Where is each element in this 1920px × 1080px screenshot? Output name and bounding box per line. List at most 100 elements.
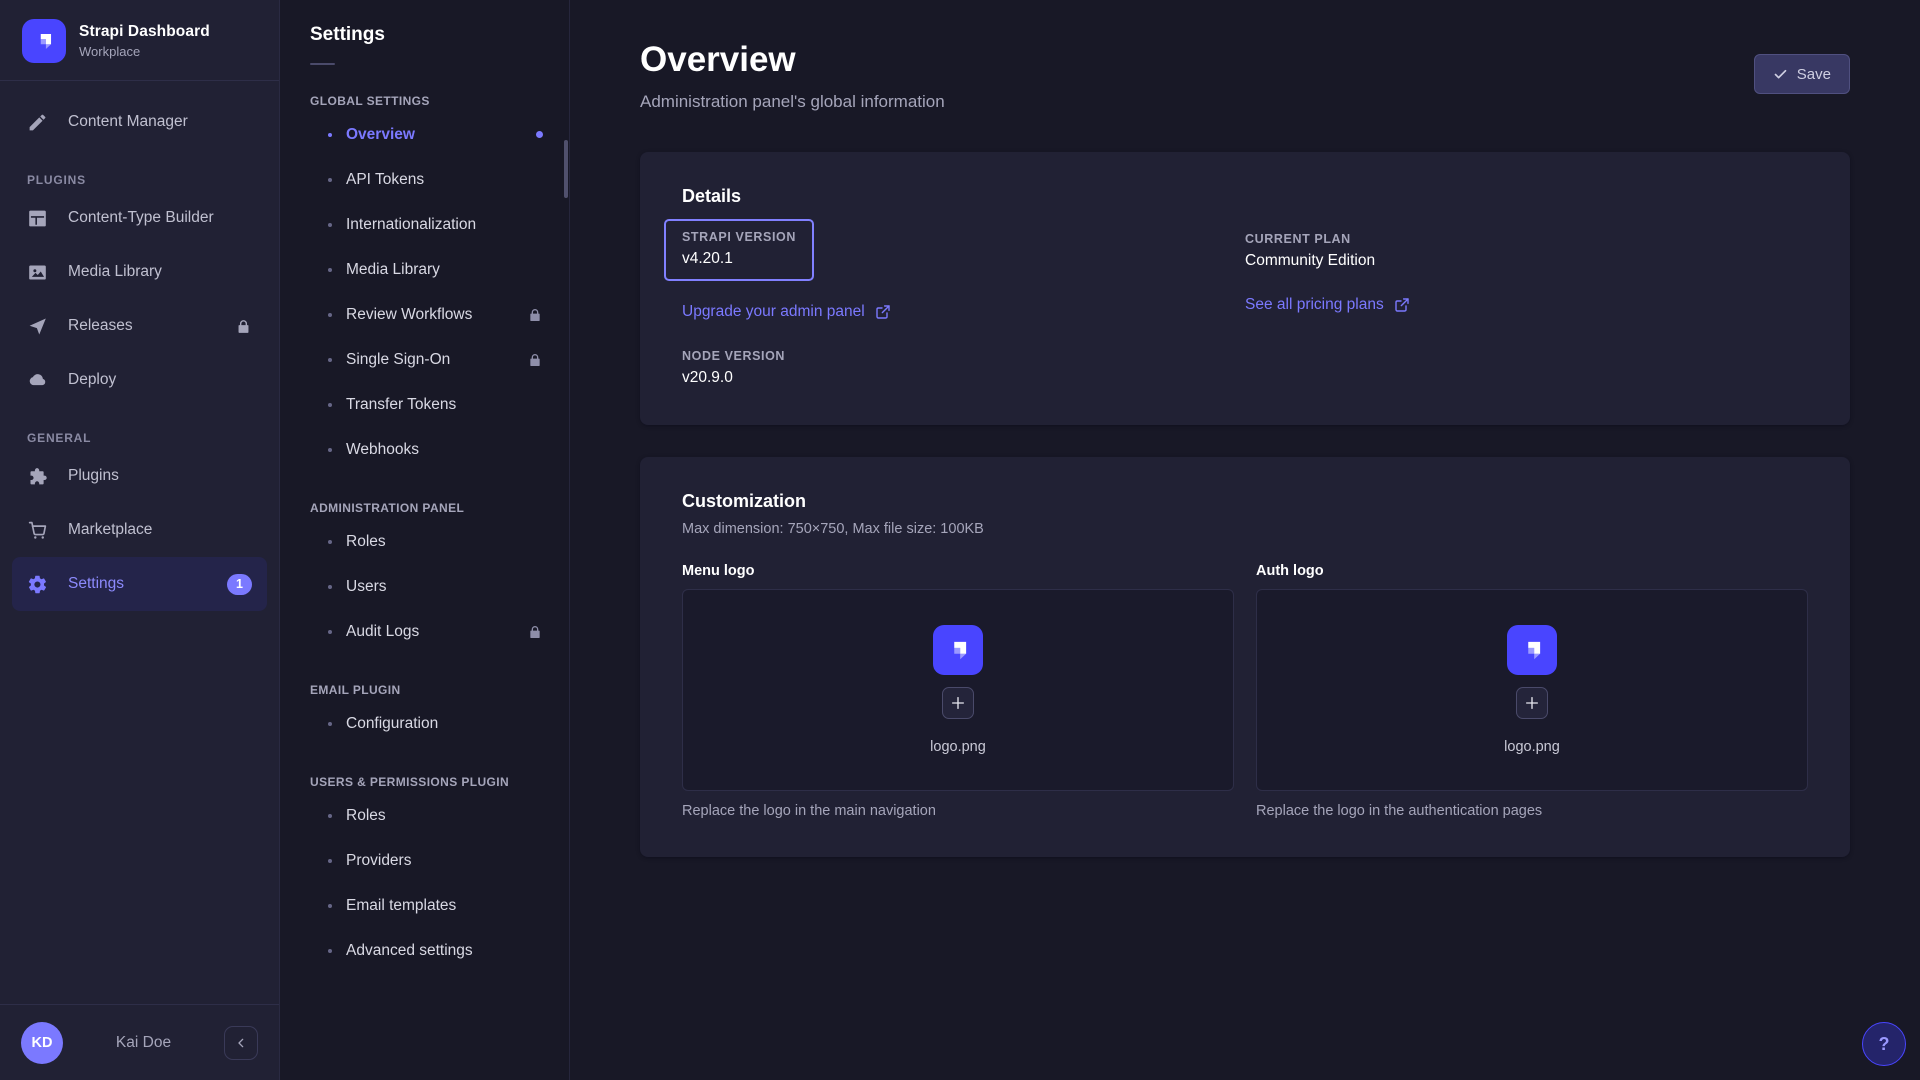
bullet-icon <box>328 949 332 953</box>
auth-logo-label: Auth logo <box>1256 563 1808 579</box>
sidebar-item-releases[interactable]: Releases <box>12 299 267 353</box>
subnav-item-providers[interactable]: Providers <box>280 838 569 883</box>
sidebar-item-plugins[interactable]: Plugins <box>12 449 267 503</box>
subnav-item-label: Review Workflows <box>346 306 472 324</box>
help-button[interactable]: ? <box>1862 1022 1906 1066</box>
subnav-item-configuration[interactable]: Configuration <box>280 701 569 746</box>
bullet-icon <box>328 223 332 227</box>
subnav-item-transfer-tokens[interactable]: Transfer Tokens <box>280 382 569 427</box>
subnav-scrollbar-thumb[interactable] <box>564 140 568 198</box>
strapi-admin-app: Strapi Dashboard Workplace Content Manag… <box>0 0 1920 1080</box>
sidebar-item-marketplace[interactable]: Marketplace <box>12 503 267 557</box>
subnav-item-overview[interactable]: Overview <box>280 112 569 157</box>
external-link-icon <box>1394 297 1410 313</box>
pen-icon <box>27 112 48 133</box>
settings-subnav: Settings GLOBAL SETTINGS Overview API To… <box>280 0 570 1080</box>
subnav-item-single-sign-on[interactable]: Single Sign-On <box>280 337 569 382</box>
chevron-left-icon <box>233 1035 249 1051</box>
auth-logo-caption: Replace the logo in the authentication p… <box>1256 803 1808 819</box>
current-plan-value: Community Edition <box>1245 252 1808 270</box>
subnav-group-administration-panel: Roles Users Audit Logs <box>280 519 569 654</box>
sidebar-item-content-manager[interactable]: Content Manager <box>12 95 267 149</box>
menu-logo-caption: Replace the logo in the main navigation <box>682 803 1234 819</box>
node-version-block: NODE VERSION v20.9.0 <box>682 349 1245 387</box>
bullet-icon <box>328 859 332 863</box>
sidebar-collapse-button[interactable] <box>224 1026 258 1060</box>
pricing-link-row: See all pricing plans <box>1245 296 1808 314</box>
subnav-item-label: Audit Logs <box>346 623 419 641</box>
subnav-group-email-plugin: Configuration <box>280 701 569 746</box>
subnav-item-roles-up[interactable]: Roles <box>280 793 569 838</box>
brand-title: Strapi Dashboard <box>79 23 210 41</box>
pricing-link-label: See all pricing plans <box>1245 296 1384 314</box>
subnav-header-global-settings: GLOBAL SETTINGS <box>280 94 569 108</box>
sidebar-section-header-general: GENERAL <box>12 431 267 445</box>
auth-logo-add-button[interactable] <box>1516 687 1548 719</box>
strapi-version-highlight-box: STRAPI VERSION v4.20.1 <box>664 219 814 281</box>
sidebar-item-label: Settings <box>68 575 124 593</box>
plus-icon <box>950 695 966 711</box>
menu-logo-add-button[interactable] <box>942 687 974 719</box>
menu-logo-label: Menu logo <box>682 563 1234 579</box>
subnav-item-api-tokens[interactable]: API Tokens <box>280 157 569 202</box>
subnav-item-review-workflows[interactable]: Review Workflows <box>280 292 569 337</box>
subnav-item-label: Webhooks <box>346 441 419 459</box>
subnav-item-internationalization[interactable]: Internationalization <box>280 202 569 247</box>
avatar[interactable]: KD <box>21 1022 63 1064</box>
cart-icon <box>27 520 48 541</box>
paper-plane-icon <box>27 316 48 337</box>
subnav-item-email-templates[interactable]: Email templates <box>280 883 569 928</box>
subnav-item-label: Single Sign-On <box>346 351 450 369</box>
see-pricing-plans-link[interactable]: See all pricing plans <box>1245 296 1410 314</box>
subnav-header-users-permissions-plugin: USERS & PERMISSIONS PLUGIN <box>280 775 569 789</box>
subnav-item-advanced-settings[interactable]: Advanced settings <box>280 928 569 973</box>
auth-logo-filename: logo.png <box>1504 739 1560 755</box>
active-dot-icon <box>536 131 543 138</box>
subnav-title-divider <box>310 63 335 65</box>
bullet-icon <box>328 585 332 589</box>
subnav-item-label: Media Library <box>346 261 440 279</box>
bullet-icon <box>328 814 332 818</box>
bullet-icon <box>328 358 332 362</box>
main-sidebar: Strapi Dashboard Workplace Content Manag… <box>0 0 280 1080</box>
bullet-icon <box>328 722 332 726</box>
bullet-icon <box>328 133 332 137</box>
strapi-logo-icon <box>1507 625 1557 675</box>
node-version-label: NODE VERSION <box>682 349 1245 363</box>
sidebar-item-deploy[interactable]: Deploy <box>12 353 267 407</box>
sidebar-item-label: Releases <box>68 317 133 335</box>
save-button[interactable]: Save <box>1754 54 1850 94</box>
bullet-icon <box>328 313 332 317</box>
sidebar-item-media-library[interactable]: Media Library <box>12 245 267 299</box>
page-subtitle: Administration panel's global informatio… <box>640 92 945 112</box>
subnav-group-users-permissions: Roles Providers Email templates Advanced… <box>280 793 569 973</box>
details-right-column: CURRENT PLAN Community Edition See all p… <box>1245 215 1808 387</box>
subnav-item-label: API Tokens <box>346 171 424 189</box>
lock-icon <box>527 624 543 640</box>
subnav-item-users[interactable]: Users <box>280 564 569 609</box>
settings-notification-badge: 1 <box>227 574 252 595</box>
strapi-mark <box>1517 635 1547 665</box>
lock-icon <box>527 307 543 323</box>
upgrade-admin-panel-link[interactable]: Upgrade your admin panel <box>682 303 891 321</box>
customization-heading: Customization <box>682 491 1808 512</box>
sidebar-item-label: Content Manager <box>68 113 188 131</box>
sidebar-item-content-type-builder[interactable]: Content-Type Builder <box>12 191 267 245</box>
sidebar-item-label: Plugins <box>68 467 119 485</box>
strapi-logo-icon <box>933 625 983 675</box>
workspace-brand[interactable]: Strapi Dashboard Workplace <box>0 0 279 80</box>
subnav-item-media-library[interactable]: Media Library <box>280 247 569 292</box>
sidebar-item-label: Marketplace <box>68 521 152 539</box>
main-content: Overview Administration panel's global i… <box>570 0 1920 1080</box>
subnav-item-label: Roles <box>346 807 386 825</box>
auth-logo-upload-box[interactable]: logo.png <box>1256 589 1808 791</box>
menu-logo-upload-box[interactable]: logo.png <box>682 589 1234 791</box>
sidebar-item-label: Content-Type Builder <box>68 209 214 227</box>
details-left-column: STRAPI VERSION v4.20.1 Upgrade your admi… <box>682 215 1245 387</box>
subnav-item-roles-admin[interactable]: Roles <box>280 519 569 564</box>
subnav-item-audit-logs[interactable]: Audit Logs <box>280 609 569 654</box>
sidebar-item-settings[interactable]: Settings 1 <box>12 557 267 611</box>
subnav-item-webhooks[interactable]: Webhooks <box>280 427 569 472</box>
puzzle-icon <box>27 466 48 487</box>
bullet-icon <box>328 268 332 272</box>
